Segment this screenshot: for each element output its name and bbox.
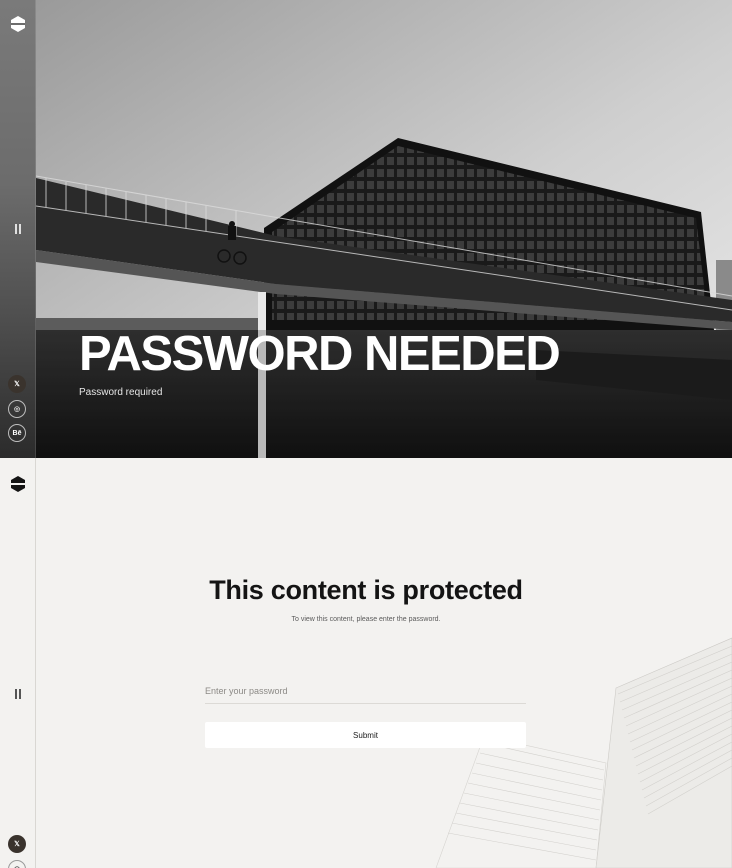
hero-subtitle: Password required (79, 387, 163, 398)
protected-description: To view this content, please enter the p… (291, 616, 441, 623)
submit-button[interactable]: Submit (205, 722, 526, 748)
dribbble-icon[interactable]: ◎ (8, 400, 26, 418)
sidebar: 𝕏 ◎ (0, 458, 36, 868)
behance-icon[interactable]: Bē (8, 424, 26, 442)
hero-title: PASSWORD NEEDED (79, 327, 561, 381)
password-input[interactable] (205, 678, 526, 704)
protected-title: This content is protected (209, 575, 523, 605)
pause-icon[interactable] (15, 689, 21, 699)
x-icon[interactable]: 𝕏 (8, 375, 26, 393)
hero-banner: 𝕏 ◎ Bē PASSWORD NEEDED Password required (0, 0, 732, 458)
password-section: 𝕏 ◎ This content is protected To view th… (0, 458, 732, 868)
x-icon[interactable]: 𝕏 (8, 835, 26, 853)
decorative-building-lines (435, 637, 732, 868)
hero-sidebar: 𝕏 ◎ Bē (0, 0, 36, 458)
hexagon-logo-icon[interactable] (10, 476, 26, 492)
pause-icon[interactable] (15, 224, 21, 234)
hexagon-logo-icon[interactable] (10, 16, 26, 32)
dribbble-icon[interactable]: ◎ (8, 860, 26, 868)
